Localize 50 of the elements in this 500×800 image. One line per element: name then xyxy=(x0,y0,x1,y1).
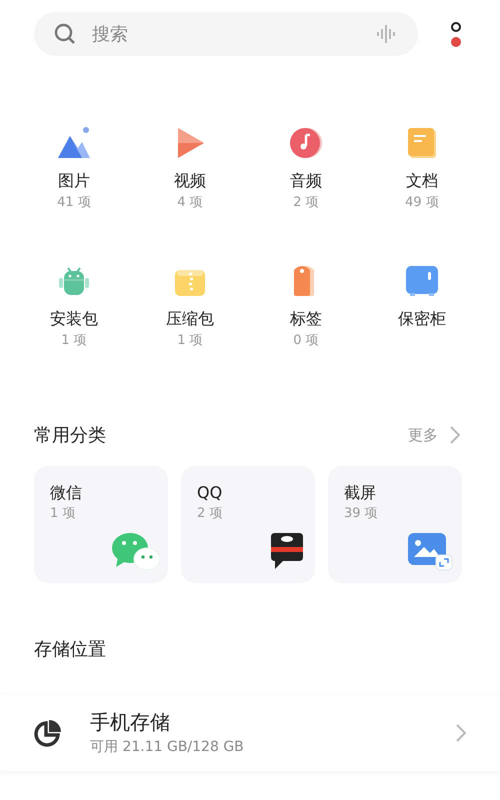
item-count: 4 项 xyxy=(177,194,203,212)
item-count: 2 项 xyxy=(293,194,319,212)
category-label: 标签 xyxy=(290,308,322,330)
storage-row[interactable]: 手机存储 可用 21.11 GB/128 GB xyxy=(0,695,500,771)
storage-detail: 可用 21.11 GB/128 GB xyxy=(90,738,245,757)
item-count: 39 项 xyxy=(344,505,379,523)
item-count: 1 项 xyxy=(61,332,87,350)
mountain-icon xyxy=(56,126,92,160)
section-title: 存储位置 xyxy=(33,638,107,662)
category-label: 文档 xyxy=(406,170,438,192)
item-count: 1 项 xyxy=(177,332,203,350)
item-count: 1 项 xyxy=(50,505,76,523)
category-label: 压缩包 xyxy=(166,308,214,330)
item-count: 2 项 xyxy=(197,505,224,523)
category-item[interactable]: 视频 4 项 xyxy=(132,122,248,224)
music-note-icon xyxy=(289,126,323,160)
category-item[interactable]: 标签 0 项 xyxy=(248,260,364,362)
category-label: 音频 xyxy=(290,170,322,192)
search-icon xyxy=(54,23,76,45)
item-count: 0 项 xyxy=(293,332,319,350)
search-bar[interactable]: 搜索 xyxy=(34,12,418,56)
pie-chart-icon xyxy=(34,719,62,747)
category-label: 视频 xyxy=(174,170,206,192)
document-icon xyxy=(406,126,438,160)
category-item[interactable]: 文档 49 项 xyxy=(364,122,480,224)
chat-bubbles-icon xyxy=(110,531,160,571)
zip-box-icon xyxy=(173,268,207,298)
category-label: 安装包 xyxy=(50,308,98,330)
category-item[interactable]: 压缩包 1 项 xyxy=(132,260,248,362)
shortcut-card[interactable]: 微信 1 项 xyxy=(34,466,168,583)
category-label: 图片 xyxy=(58,170,90,192)
search-field[interactable]: 搜索 xyxy=(90,22,362,46)
item-count: 49 项 xyxy=(405,194,439,212)
card-title: QQ xyxy=(197,482,224,504)
shortcut-card[interactable]: QQ 2 项 xyxy=(181,466,315,583)
card-title: 截屏 xyxy=(344,482,377,504)
category-label: 保密柜 xyxy=(398,308,446,330)
category-item[interactable]: 图片 41 项 xyxy=(16,122,132,224)
category-item[interactable]: 安装包 1 项 xyxy=(16,260,132,362)
section-title: 常用分类 xyxy=(34,424,106,447)
shortcut-card[interactable]: 截屏 39 项 xyxy=(328,466,462,583)
screenshot-icon xyxy=(406,531,454,571)
category-item[interactable]: 保密柜 xyxy=(364,260,480,362)
storage-name: 手机存储 xyxy=(90,709,171,736)
card-title: 微信 xyxy=(50,482,83,504)
item-count: 41 项 xyxy=(57,194,91,212)
category-item[interactable]: 音频 2 项 xyxy=(248,122,364,224)
chevron-right-icon xyxy=(450,426,460,444)
chevron-right-icon xyxy=(456,724,466,742)
safe-icon xyxy=(404,264,440,298)
